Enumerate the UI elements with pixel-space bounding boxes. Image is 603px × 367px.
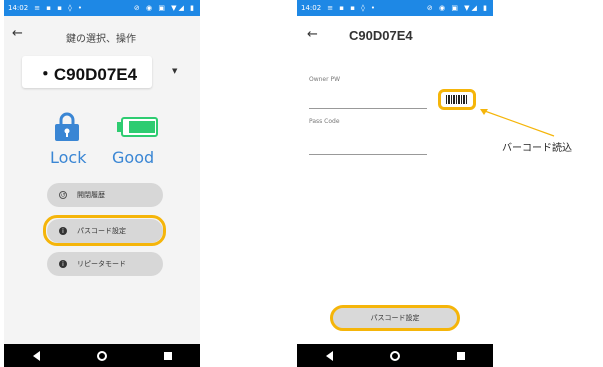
nav-recent-icon[interactable] [456,351,465,360]
info-icon: i [59,260,67,268]
nav-home-icon[interactable] [389,350,400,361]
system-status-icons: ⊘ ◉ ▣ ▼◢ ▮ [133,4,196,12]
battery-icon [117,117,159,141]
back-arrow-icon[interactable]: ← [12,26,23,41]
nav-home-icon[interactable] [96,350,107,361]
notification-icons: ≡ ▪ ▪ ◊ • [327,4,378,12]
pass-code-field[interactable] [309,154,427,155]
owner-pw-label: Owner PW [309,76,341,83]
android-nav-bar [297,344,493,367]
passcode-submit-label: パスコード設定 [370,314,420,322]
status-bar: 14:02 ≡ ▪ ▪ ◊ • ⊘ ◉ ▣ ▼◢ ▮ [297,0,493,16]
page-title: C90D07E4 [349,28,413,43]
annotation-arrow [480,109,555,137]
repeater-mode-button-label: リピータモード [77,260,126,268]
battery-state-label: Good [112,148,155,167]
repeater-mode-button[interactable]: i リピータモード [47,252,163,276]
android-nav-bar [4,344,200,367]
dropdown-caret-icon[interactable]: ▼ [172,67,177,75]
status-time: 14:02 [8,4,29,12]
phone-screen-passcode: 14:02 ≡ ▪ ▪ ◊ • ⊘ ◉ ▣ ▼◢ ▮ ← C90D07E4 Ow… [297,0,493,367]
page-title: 鍵の選択、操作 [66,34,136,45]
barcode-icon [446,95,468,104]
lock-icon[interactable] [54,112,80,142]
notification-icons: ≡ ▪ ▪ ◊ • [34,4,85,12]
barcode-annotation-label: バーコード読込 [502,143,572,154]
system-status-icons: ⊘ ◉ ▣ ▼◢ ▮ [426,4,489,12]
nav-back-icon[interactable] [32,350,40,361]
pass-code-label: Pass Code [309,118,340,125]
status-bar: 14:02 ≡ ▪ ▪ ◊ • ⊘ ◉ ▣ ▼◢ ▮ [4,0,200,16]
nav-back-icon[interactable] [325,350,333,361]
lock-state-label: Lock [50,148,87,167]
phone-screen-key-select: 14:02 ≡ ▪ ▪ ◊ • ⊘ ◉ ▣ ▼◢ ▮ ← 鍵の選択、操作 ・C9… [4,0,200,367]
owner-pw-field[interactable] [309,108,427,109]
back-arrow-icon[interactable]: ← [307,27,318,42]
passcode-submit-button[interactable]: パスコード設定 [330,305,460,331]
history-button[interactable]: ↺ 開閉履歴 [47,183,163,207]
status-time: 14:02 [301,4,322,12]
device-selector[interactable]: ・C90D07E4 [22,56,152,88]
history-button-label: 開閉履歴 [77,191,105,199]
history-icon: ↺ [59,191,67,199]
device-id: ・C90D07E4 [36,64,138,84]
nav-recent-icon[interactable] [163,351,172,360]
highlight-ring [43,215,166,246]
